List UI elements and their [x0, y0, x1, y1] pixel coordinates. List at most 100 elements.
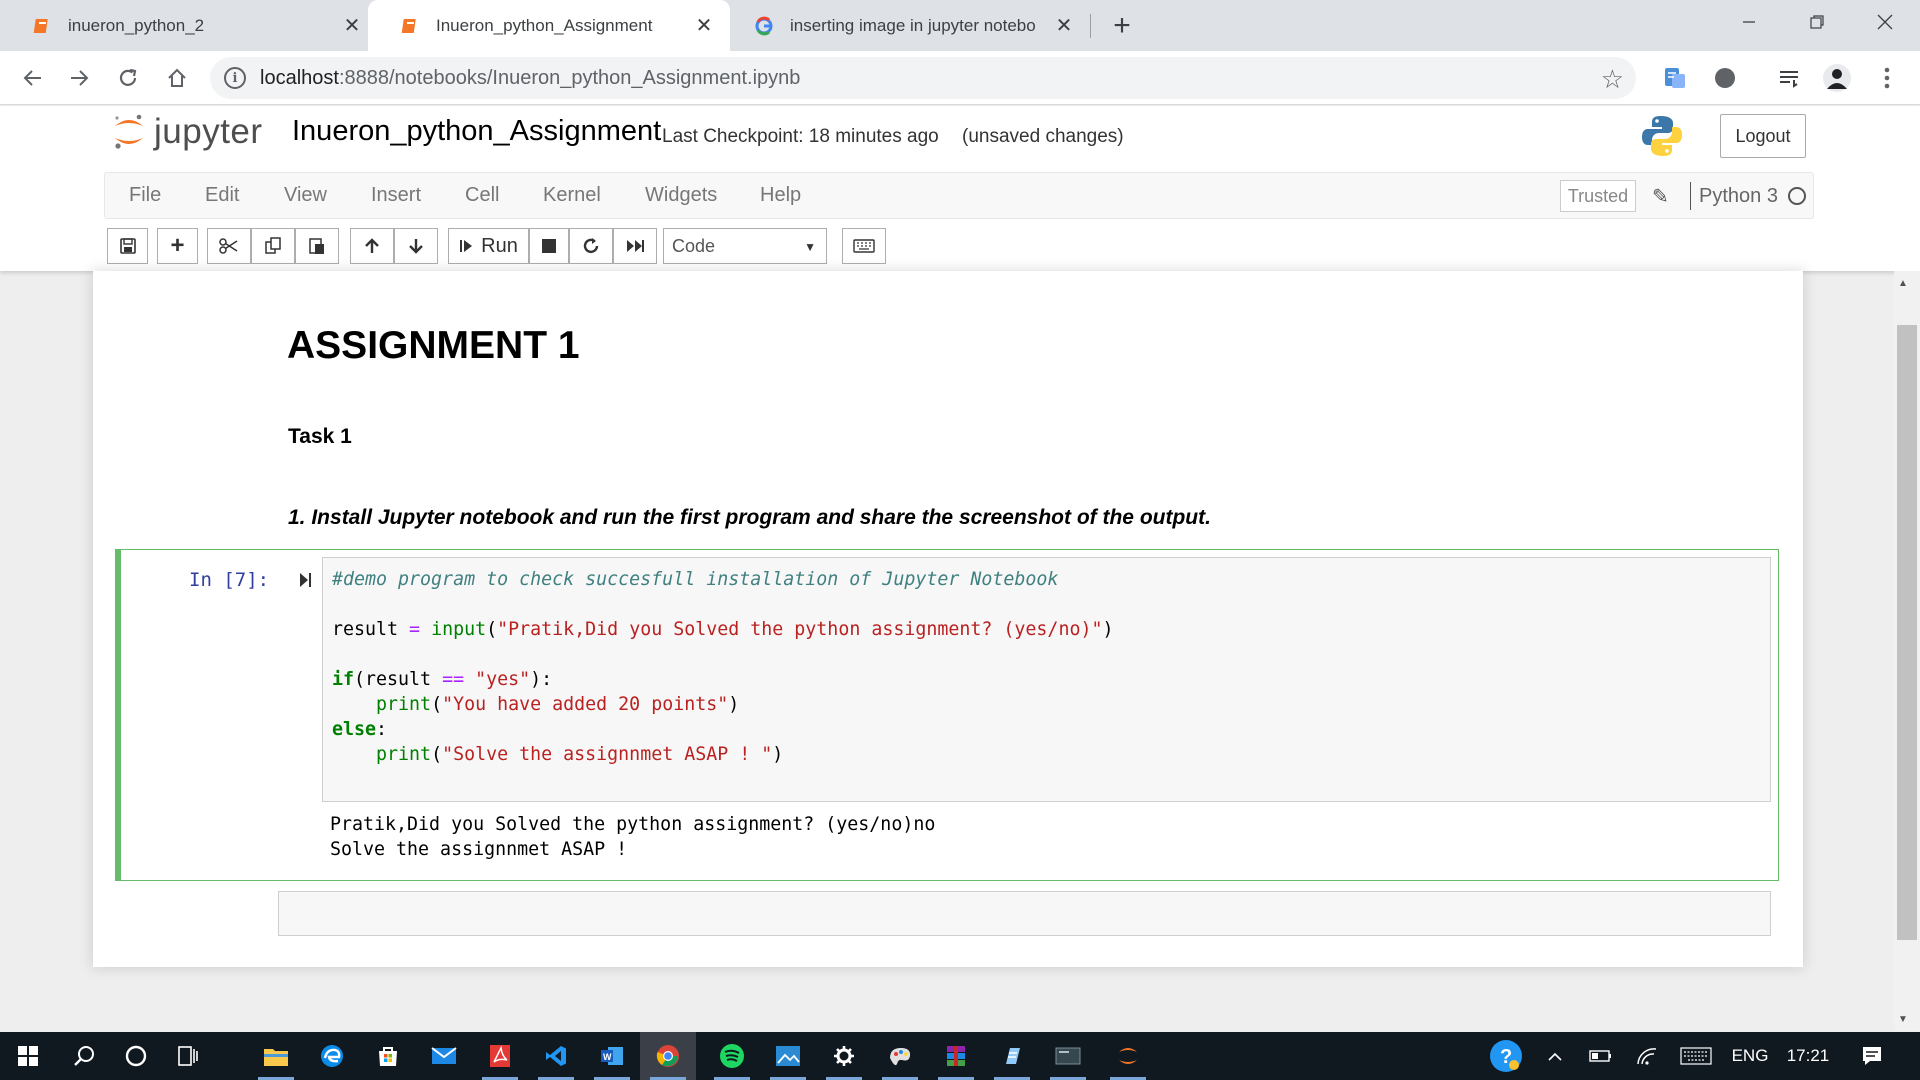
scroll-down-icon[interactable]: ▼ [1898, 1014, 1908, 1025]
markdown-heading: ASSIGNMENT 1 [287, 324, 580, 367]
notebook-name[interactable]: Inueron_python_Assignment [292, 115, 661, 148]
menu-view[interactable]: View [284, 184, 327, 207]
touch-keyboard-icon[interactable] [1676, 1032, 1716, 1080]
acrobat-reader-icon[interactable] [472, 1032, 528, 1080]
menu-help[interactable]: Help [760, 184, 801, 207]
microsoft-store-icon[interactable] [360, 1032, 416, 1080]
scrollbar-thumb[interactable] [1897, 325, 1917, 940]
logout-button[interactable]: Logout [1720, 114, 1806, 158]
cortana-icon[interactable] [108, 1032, 164, 1080]
new-tab-button[interactable]: + [1106, 9, 1138, 42]
output-line: Pratik,Did you Solved the python assignm… [330, 814, 936, 835]
word-icon[interactable]: W [584, 1032, 640, 1080]
trusted-indicator[interactable]: Trusted [1560, 180, 1636, 212]
bookmark-star-icon[interactable]: ☆ [1601, 64, 1624, 95]
scroll-up-icon[interactable]: ▲ [1898, 278, 1908, 289]
menu-edit[interactable]: Edit [205, 184, 239, 207]
tab-title: inueron_python_2 [68, 15, 205, 35]
forward-arrow-icon[interactable] [62, 61, 96, 95]
edit-mode-pencil-icon: ✎ [1652, 186, 1669, 208]
extension-translate-icon[interactable] [1660, 63, 1690, 93]
notifications-icon[interactable] [1850, 1032, 1894, 1080]
restart-icon [583, 238, 599, 254]
close-window-button[interactable] [1856, 0, 1914, 44]
extension-dot-icon[interactable] [1710, 63, 1740, 93]
paste-button[interactable] [295, 228, 339, 264]
kernel-name[interactable]: Python 3 [1690, 182, 1778, 210]
cut-button[interactable] [207, 228, 251, 264]
scissors-icon [219, 238, 238, 254]
restart-run-all-button[interactable] [613, 228, 657, 264]
home-icon[interactable] [160, 61, 194, 95]
jupyter-taskbar-icon[interactable] [1100, 1032, 1156, 1080]
cell-output: Pratik,Did you Solved the python assignm… [330, 812, 935, 862]
notebook-menubar [104, 172, 1814, 219]
close-tab-icon[interactable]: ✕ [338, 12, 366, 40]
help-tips-icon[interactable]: ? [1480, 1032, 1532, 1080]
notepad-icon[interactable] [984, 1032, 1040, 1080]
edge-browser-icon[interactable] [304, 1032, 360, 1080]
vscode-icon[interactable] [528, 1032, 584, 1080]
command-palette-button[interactable] [842, 228, 886, 264]
browser-menu-icon[interactable] [1872, 63, 1902, 93]
tab-separator [1090, 14, 1091, 38]
minimize-button[interactable] [1720, 0, 1778, 44]
cell-type-select[interactable]: Code ▼ [663, 228, 827, 264]
mail-icon[interactable] [416, 1032, 472, 1080]
address-bar[interactable]: i localhost:8888/notebooks/Inueron_pytho… [210, 57, 1636, 99]
reload-icon[interactable] [111, 61, 145, 95]
clock-time[interactable]: 17:21 [1782, 1032, 1834, 1080]
chrome-icon[interactable] [640, 1032, 696, 1080]
close-tab-icon[interactable]: ✕ [690, 12, 718, 40]
menu-kernel[interactable]: Kernel [543, 184, 601, 207]
code-editor[interactable]: #demo program to check succesfull instal… [332, 567, 1113, 767]
windows-taskbar: W ? ENG 17:21 [0, 1032, 1920, 1080]
interrupt-kernel-button[interactable] [529, 228, 569, 264]
kernel-idle-indicator-icon [1788, 187, 1806, 205]
input-language[interactable]: ENG [1724, 1032, 1776, 1080]
reading-list-icon[interactable] [1774, 63, 1804, 93]
jupyter-wordmark: jupyter [154, 112, 263, 151]
run-cell-icon[interactable] [298, 571, 314, 594]
save-button[interactable] [107, 228, 148, 264]
photos-icon[interactable] [760, 1032, 816, 1080]
battery-icon[interactable] [1586, 1032, 1616, 1080]
task-view-icon[interactable] [160, 1032, 216, 1080]
input-prompt: In [7]: [189, 569, 270, 591]
show-hidden-icons-chevron-icon[interactable] [1540, 1032, 1570, 1080]
copy-icon [265, 237, 281, 254]
insert-cell-button[interactable]: + [157, 228, 198, 264]
cell-type-value: Code [672, 235, 716, 256]
copy-button[interactable] [251, 228, 295, 264]
empty-code-cell[interactable] [278, 891, 1771, 936]
back-arrow-icon[interactable] [16, 61, 50, 95]
jupyter-logo[interactable]: jupyter [112, 112, 263, 152]
menu-file[interactable]: File [129, 184, 161, 207]
file-explorer-icon[interactable] [248, 1032, 304, 1080]
tab-inueron-python-2[interactable]: inueron_python_2 ✕ [0, 0, 378, 51]
site-info-icon[interactable]: i [224, 67, 246, 89]
move-down-button[interactable] [394, 228, 438, 264]
tab-google-search[interactable]: inserting image in jupyter notebo ✕ [722, 0, 1090, 51]
search-icon[interactable] [56, 1032, 112, 1080]
profile-avatar[interactable] [1822, 63, 1852, 93]
arrow-down-icon [409, 239, 423, 254]
run-button[interactable]: Run [448, 228, 529, 264]
start-windows-icon[interactable] [0, 1032, 56, 1080]
winrar-icon[interactable] [928, 1032, 984, 1080]
settings-gear-icon[interactable] [816, 1032, 872, 1080]
restart-kernel-button[interactable] [569, 228, 613, 264]
paint-icon[interactable] [872, 1032, 928, 1080]
wifi-icon[interactable] [1632, 1032, 1662, 1080]
spotify-icon[interactable] [704, 1032, 760, 1080]
menu-widgets[interactable]: Widgets [645, 184, 717, 207]
terminal-app-icon[interactable] [1040, 1032, 1096, 1080]
python-logo-icon [1640, 114, 1684, 163]
menu-insert[interactable]: Insert [371, 184, 421, 207]
tab-inueron-python-assignment[interactable]: Inueron_python_Assignment ✕ [368, 0, 730, 51]
close-tab-icon[interactable]: ✕ [1050, 12, 1078, 40]
restore-button[interactable] [1788, 0, 1846, 44]
move-up-button[interactable] [350, 228, 394, 264]
menu-cell[interactable]: Cell [465, 184, 499, 207]
browser-toolbar: i localhost:8888/notebooks/Inueron_pytho… [0, 51, 1920, 105]
